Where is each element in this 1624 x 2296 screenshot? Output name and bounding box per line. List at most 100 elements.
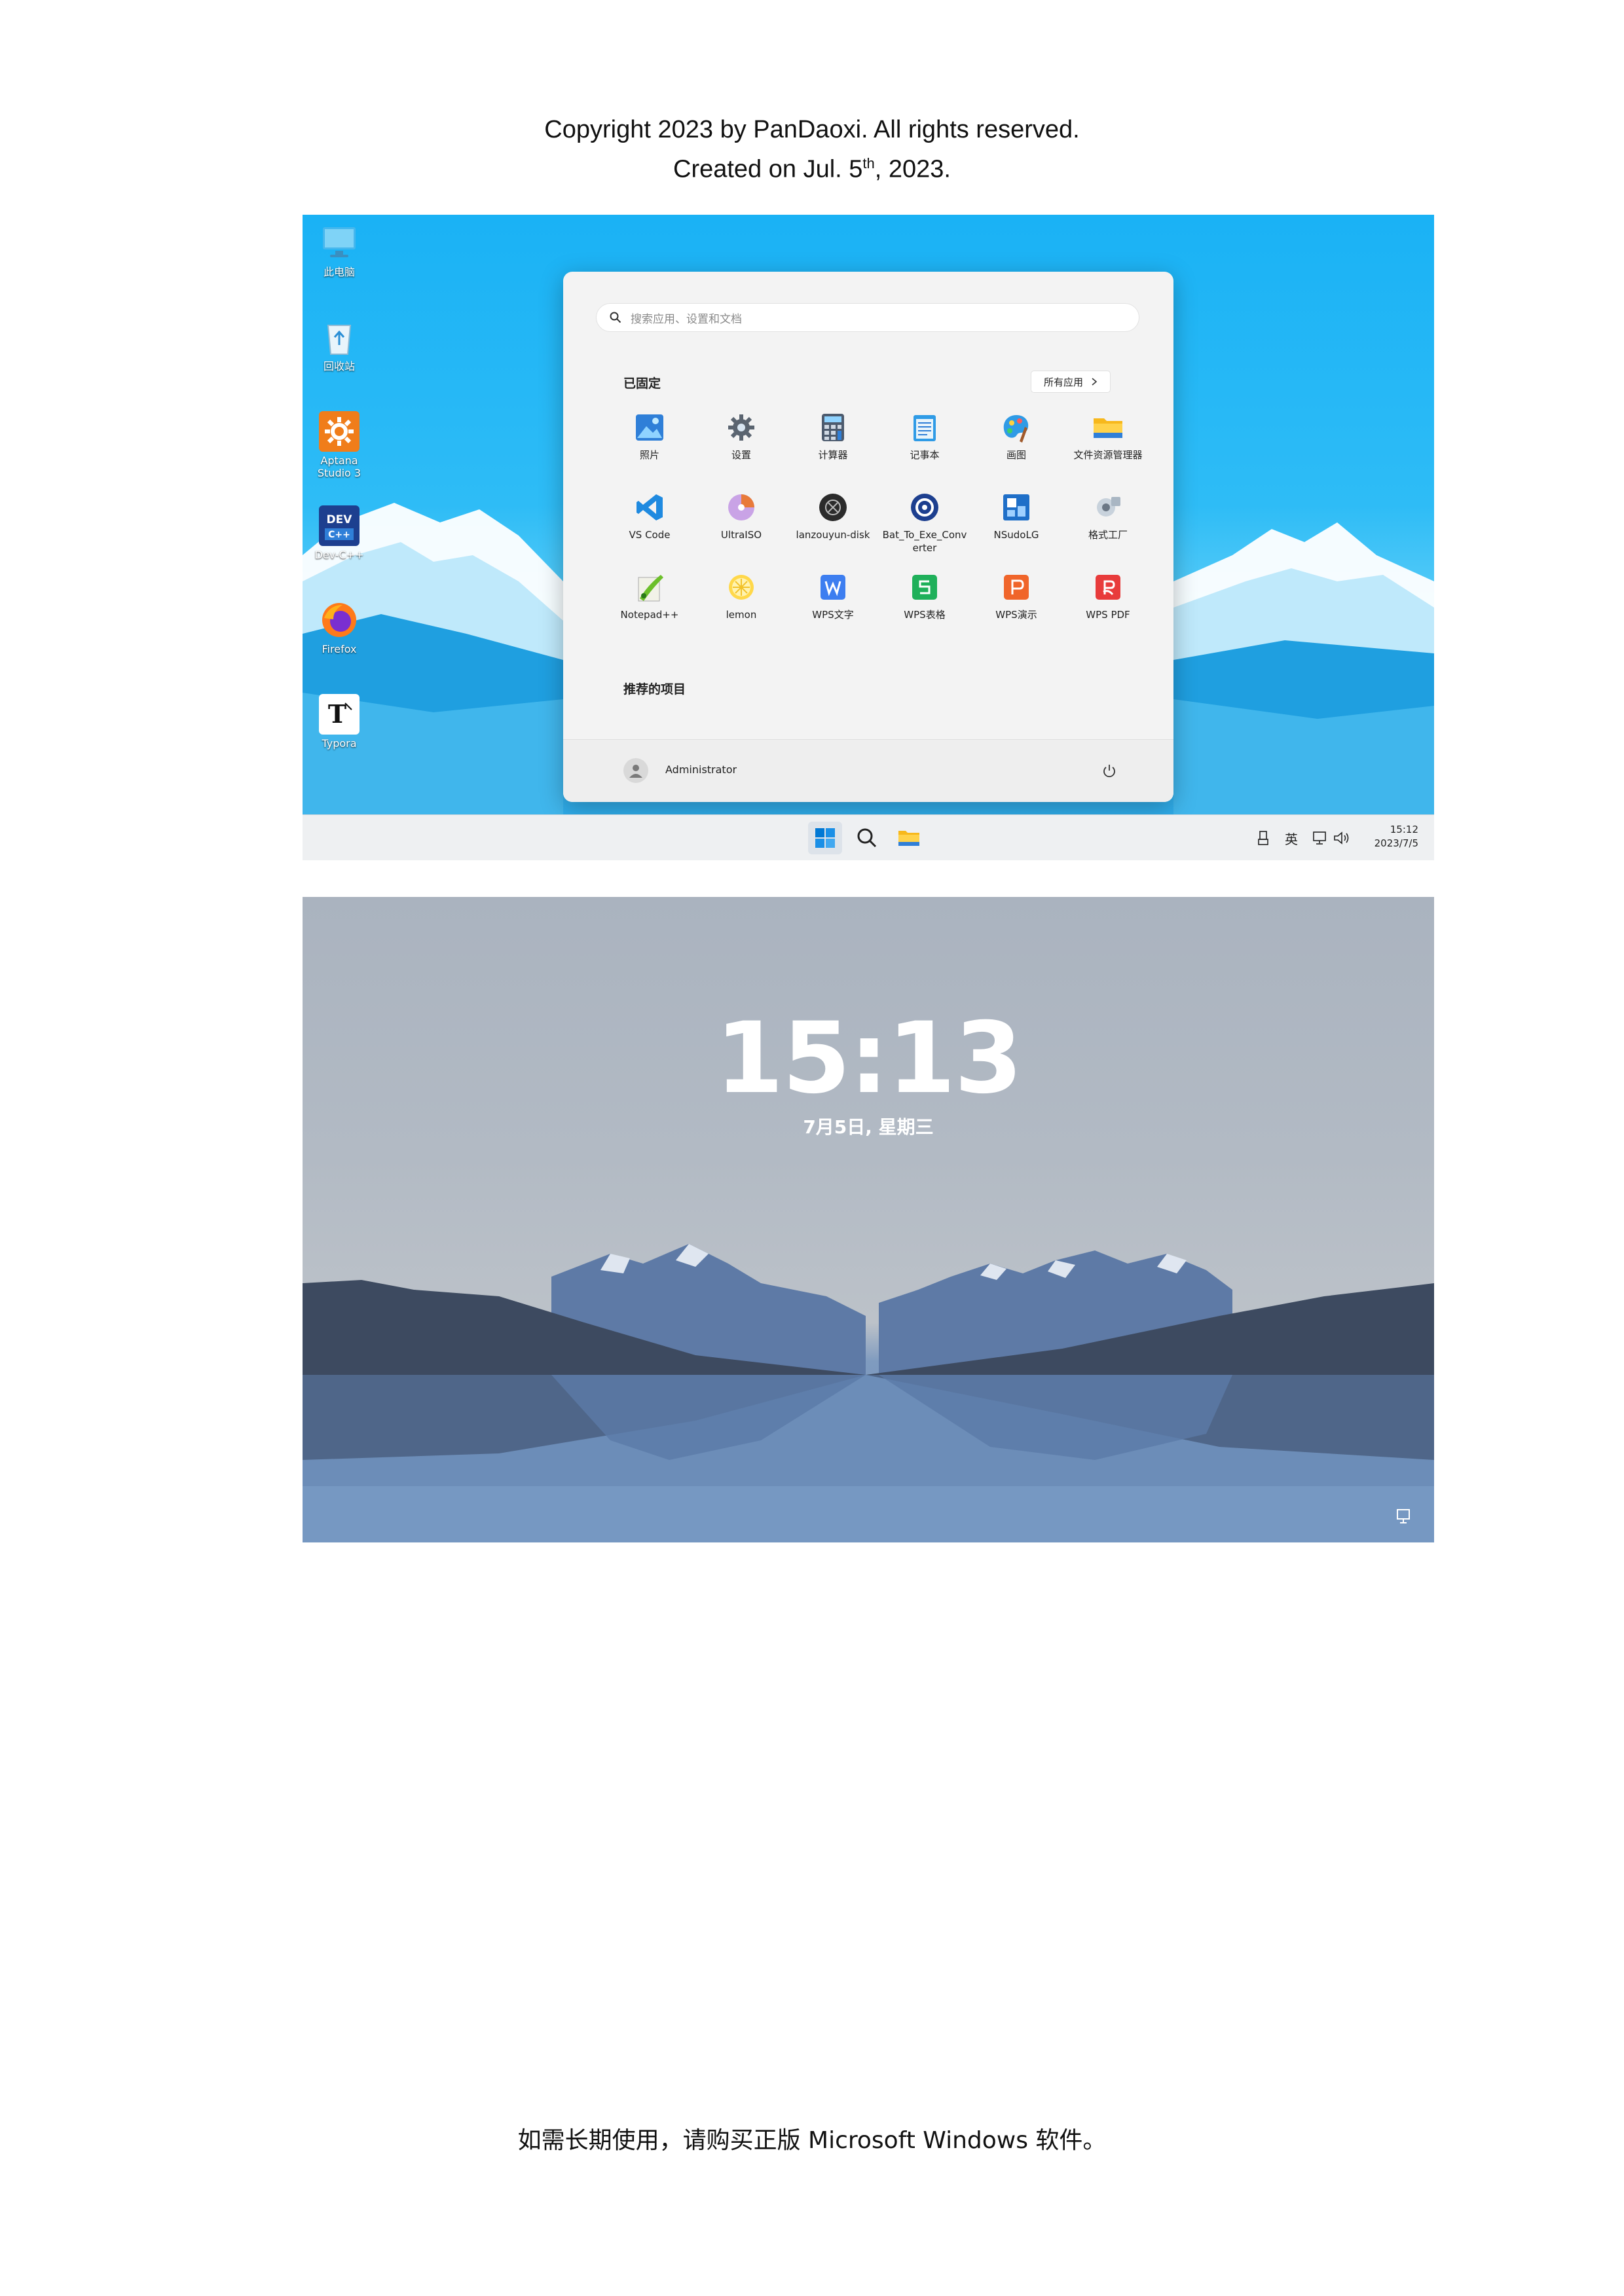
copyright-line: Copyright 2023 by PanDaoxi. All rights r… (544, 116, 1080, 143)
wps-writer-icon (816, 570, 850, 604)
desktop-icon-label: 回收站 (323, 360, 355, 373)
recommended-section-title: 推荐的项目 (623, 682, 686, 697)
taskbar-search-button[interactable] (850, 822, 884, 854)
system-tray: 英 (1257, 815, 1350, 860)
pinned-app-notepadpp[interactable]: Notepad++ (604, 570, 695, 621)
user-name[interactable]: Administrator (665, 763, 737, 776)
pinned-app-lanzouyun[interactable]: lanzouyun-disk (787, 490, 879, 541)
notepadpp-icon (633, 570, 667, 604)
pinned-app-photos[interactable]: 照片 (604, 410, 695, 462)
desktop-icon-label: Firefox (322, 643, 357, 655)
pinned-app-wps-presentation[interactable]: WPS演示 (970, 570, 1062, 621)
ultraiso-icon (724, 490, 758, 524)
pinned-app-settings[interactable]: 设置 (695, 410, 787, 462)
desktop-icon-aptana[interactable]: Aptana Studio 3 (312, 411, 367, 479)
file-explorer-icon (898, 831, 919, 846)
power-button[interactable] (1098, 759, 1121, 783)
network-icon[interactable] (1312, 831, 1328, 845)
pinned-app-label: WPS PDF (1086, 609, 1130, 621)
pinned-app-label: 格式工厂 (1088, 529, 1128, 541)
pinned-app-label: WPS表格 (904, 609, 946, 621)
created-date-prefix: Created on Jul. 5 (673, 155, 863, 183)
vscode-icon (633, 490, 667, 524)
volume-icon[interactable] (1333, 831, 1350, 845)
pinned-app-lemon[interactable]: lemon (695, 570, 787, 621)
pinned-app-nsudo[interactable]: NSudoLG (970, 490, 1062, 541)
desktop-icon-devcpp[interactable]: DEV C++ Dev-C++ (312, 505, 367, 561)
lockscreen-landscape (303, 1244, 1434, 1542)
settings-gear-icon (724, 410, 758, 445)
pinned-app-wps-spreadsheet[interactable]: WPS表格 (879, 570, 970, 621)
pinned-app-label: NSudoLG (993, 529, 1039, 541)
start-user-bar: Administrator (563, 739, 1173, 802)
usb-device-icon[interactable] (1257, 830, 1269, 846)
all-apps-label: 所有应用 (1043, 376, 1083, 388)
pinned-app-wps-pdf[interactable]: WPS PDF (1062, 570, 1154, 621)
pinned-app-ultraiso[interactable]: UltraISO (695, 490, 787, 541)
pinned-app-file-explorer[interactable]: 文件资源管理器 (1062, 410, 1154, 462)
lockscreen-time: 15:13 (715, 1002, 1022, 1116)
pinned-app-label: UltraISO (720, 529, 762, 541)
svg-text:C++: C++ (328, 530, 350, 540)
start-button[interactable] (808, 822, 842, 854)
lemon-icon (724, 570, 758, 604)
pinned-section-title: 已固定 (623, 376, 661, 391)
pinned-app-format-factory[interactable]: 格式工厂 (1062, 490, 1154, 541)
lockscreen-date: 7月5日, 星期三 (803, 1116, 934, 1138)
pinned-app-notepad[interactable]: 记事本 (879, 410, 970, 462)
file-explorer-icon (1091, 410, 1125, 445)
input-method-indicator[interactable]: 英 (1285, 829, 1298, 848)
pinned-app-bat-to-exe[interactable]: Bat_To_Exe_Conv erter (879, 490, 970, 555)
taskbar-clock[interactable]: 15:12 2023/7/5 (1375, 823, 1418, 850)
desktop-icon-firefox[interactable]: Firefox (312, 600, 367, 655)
recycle-bin-icon (319, 317, 360, 357)
taskbar-clock-date: 2023/7/5 (1374, 837, 1418, 849)
all-apps-button[interactable]: 所有应用 (1031, 371, 1111, 393)
pinned-app-paint[interactable]: 画图 (970, 410, 1062, 462)
desktop-icon-recycle-bin[interactable]: 回收站 (312, 317, 367, 373)
start-menu: 搜索应用、设置和文档 已固定 所有应用 照片 设置 计算器 记事本 画图 文件资… (563, 272, 1173, 802)
pinned-app-label: Bat_To_Exe_Conv erter (882, 529, 967, 554)
wps-spreadsheet-icon (908, 570, 942, 604)
calculator-icon (816, 410, 850, 445)
network-status-icon[interactable] (1395, 1507, 1413, 1525)
desktop-icon-label: Dev-C++ (314, 549, 364, 561)
desktop-icon-label: Typora (322, 737, 357, 750)
svg-text:DEV: DEV (327, 513, 353, 526)
created-date-suffix: , 2023. (874, 155, 951, 183)
desktop-icon-label: 此电脑 (323, 266, 355, 278)
pinned-app-calculator[interactable]: 计算器 (787, 410, 879, 462)
pinned-app-label: 计算器 (818, 449, 848, 461)
firefox-icon (319, 600, 360, 640)
pinned-app-vscode[interactable]: VS Code (604, 490, 695, 541)
pinned-app-label: lanzouyun-disk (796, 529, 870, 541)
desktop-icon-label: Aptana Studio 3 (317, 454, 361, 479)
user-avatar-icon[interactable] (623, 758, 648, 783)
taskbar-clock-time: 15:12 (1390, 824, 1418, 835)
start-search-input[interactable]: 搜索应用、设置和文档 (596, 303, 1139, 332)
chevron-right-icon (1092, 378, 1098, 386)
windows-logo-icon (815, 828, 835, 848)
aptana-icon (319, 411, 360, 452)
svg-text:T: T (328, 699, 346, 729)
desktop-screenshot: 此电脑 回收站 Aptana Studio 3 DEV C++ Dev-C++ F… (303, 215, 1434, 860)
lockscreen-screenshot: 15:13 7月5日, 星期三 (303, 897, 1434, 1542)
desktop-icon-typora[interactable]: T Typora (312, 694, 367, 750)
photos-icon (633, 410, 667, 445)
search-icon (857, 828, 877, 848)
nsudo-icon (999, 490, 1033, 524)
pinned-app-label: 画图 (1006, 449, 1026, 461)
search-icon (610, 312, 621, 323)
lanzouyun-icon (816, 490, 850, 524)
pinned-app-label: 文件资源管理器 (1073, 449, 1143, 461)
pinned-app-label: VS Code (629, 529, 671, 541)
desktop-icon-this-pc[interactable]: 此电脑 (312, 223, 367, 278)
pinned-app-wps-writer[interactable]: WPS文字 (787, 570, 879, 621)
pinned-app-label: 照片 (639, 449, 659, 461)
document-header: Copyright 2023 by PanDaoxi. All rights r… (0, 113, 1624, 187)
created-date-line: Created on Jul. 5th, 2023. (0, 147, 1624, 187)
pinned-app-label: WPS演示 (995, 609, 1037, 621)
taskbar-file-explorer-button[interactable] (892, 822, 926, 854)
search-placeholder: 搜索应用、设置和文档 (631, 312, 742, 326)
pinned-app-label: 设置 (731, 449, 751, 461)
